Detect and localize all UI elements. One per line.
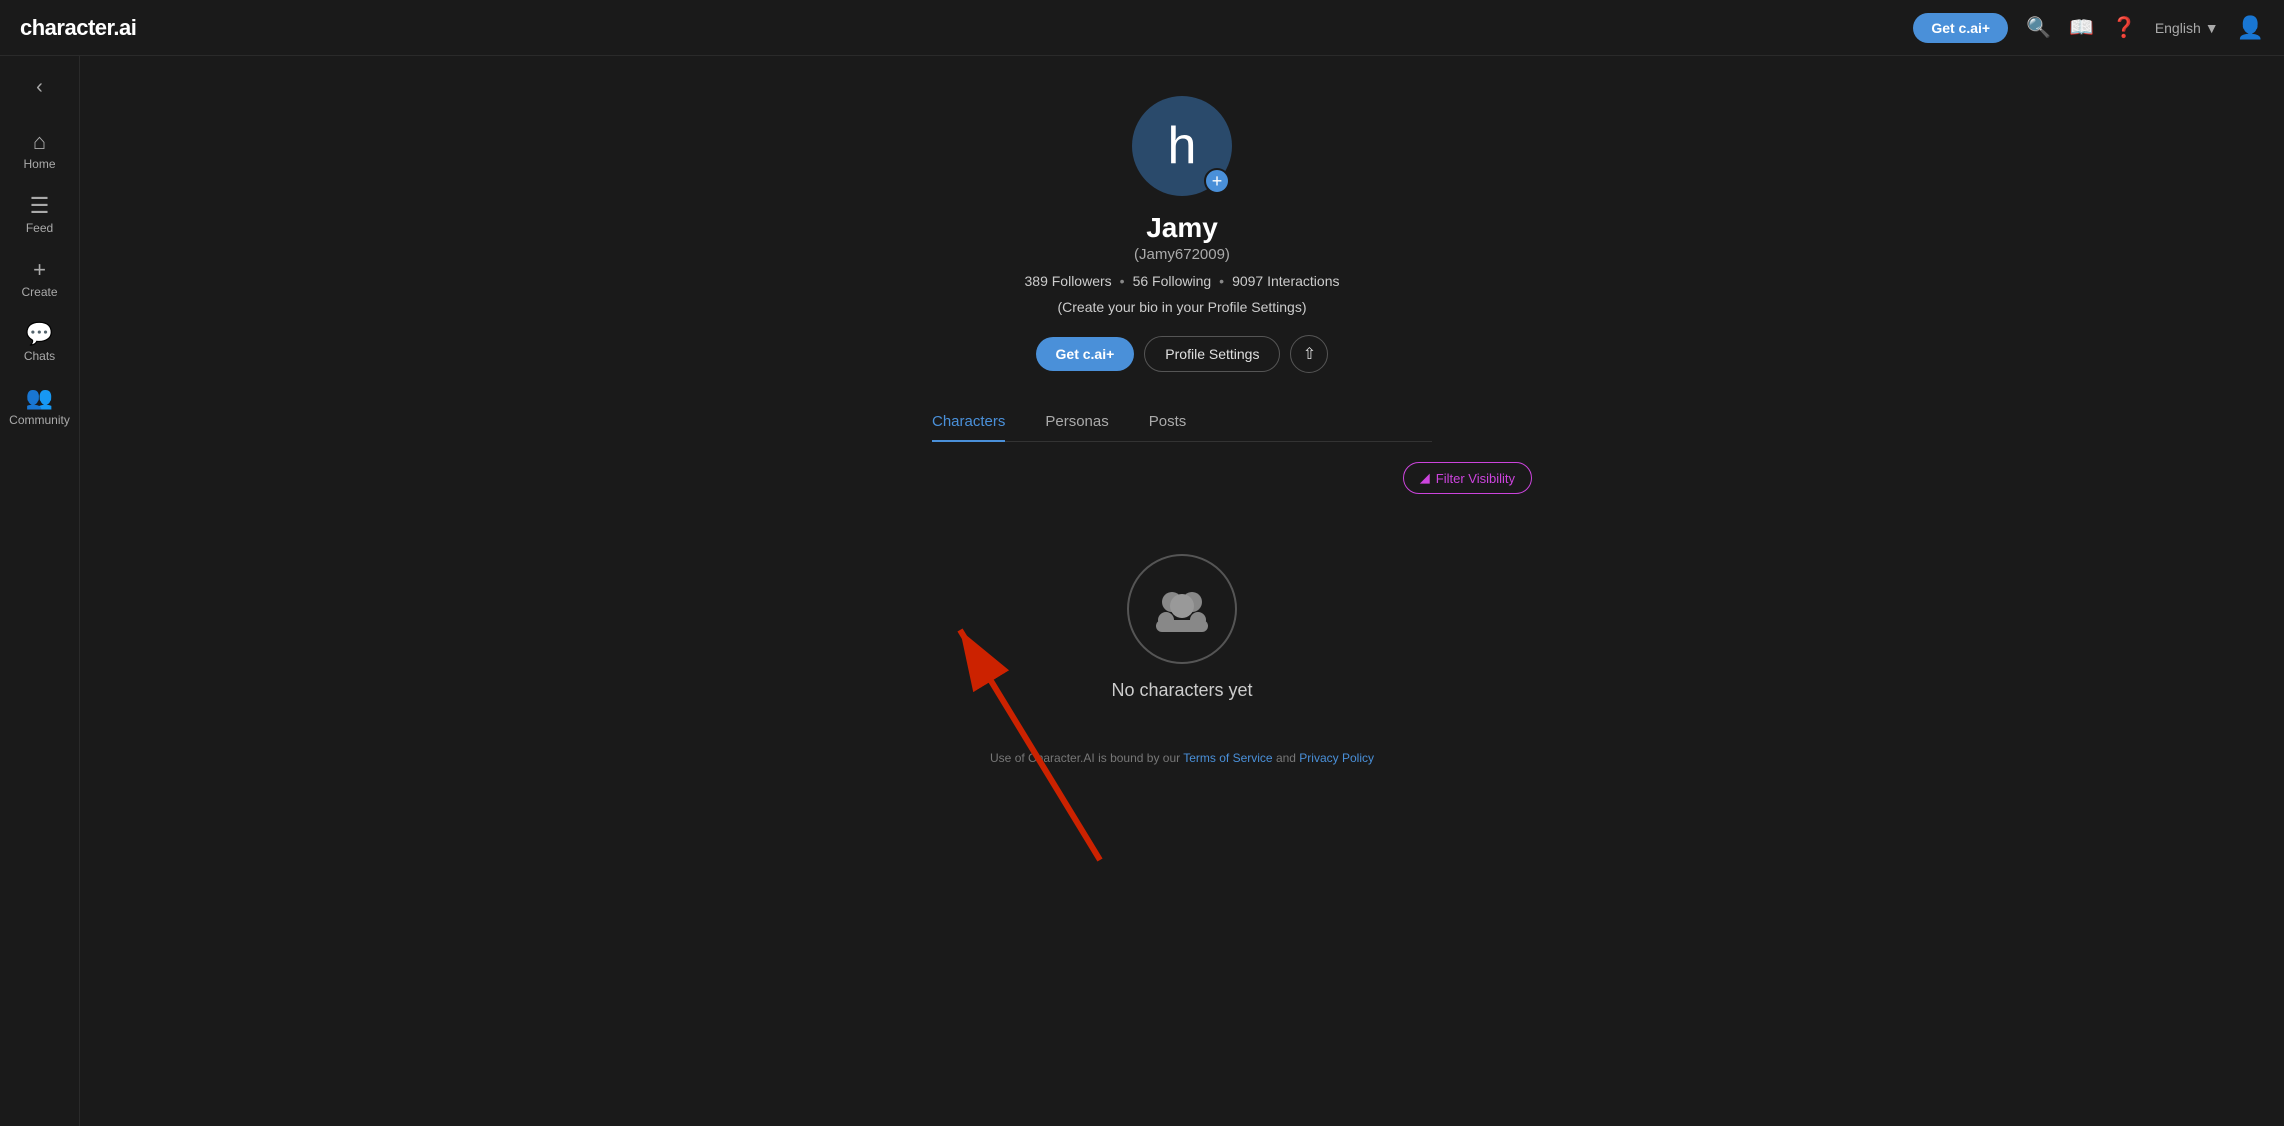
main-content: h + Jamy (Jamy672009) 389 Followers • 56… bbox=[80, 56, 2284, 1126]
footer-before: Use of Character.AI is bound by our bbox=[990, 751, 1183, 765]
share-icon: ⇧ bbox=[1303, 344, 1316, 364]
chevron-down-icon: ▼ bbox=[2205, 20, 2219, 36]
profile-actions: Get c.ai+ Profile Settings ⇧ bbox=[1036, 335, 1329, 373]
user-menu-icon[interactable]: 👤 bbox=[2237, 15, 2264, 41]
profile-section: h + Jamy (Jamy672009) 389 Followers • 56… bbox=[832, 96, 1532, 765]
app-logo: character.ai bbox=[20, 15, 136, 41]
stats-dot-1: • bbox=[1120, 273, 1125, 289]
main-layout: ‹ ⌂ Home ☰ Feed + Create 💬 Chats 👥 Commu… bbox=[0, 56, 2284, 1126]
avatar-container: h + bbox=[1132, 96, 1232, 196]
help-icon[interactable]: ❓ bbox=[2112, 15, 2137, 40]
footer-and: and bbox=[1276, 751, 1299, 765]
sidebar-item-home[interactable]: ⌂ Home bbox=[0, 119, 79, 183]
sidebar-item-label: Feed bbox=[26, 221, 53, 235]
get-cai-button-nav[interactable]: Get c.ai+ bbox=[1913, 13, 2008, 43]
following-stat: 56 Following bbox=[1133, 273, 1212, 289]
profile-username: (Jamy672009) bbox=[1134, 246, 1230, 263]
footer-text: Use of Character.AI is bound by our Term… bbox=[990, 751, 1374, 765]
sidebar-item-label: Community bbox=[9, 413, 70, 427]
profile-display-name: Jamy bbox=[1146, 212, 1218, 244]
interactions-stat: 9097 Interactions bbox=[1232, 273, 1339, 289]
stats-dot-2: • bbox=[1219, 273, 1224, 289]
tab-posts[interactable]: Posts bbox=[1149, 403, 1187, 442]
sidebar: ‹ ⌂ Home ☰ Feed + Create 💬 Chats 👥 Commu… bbox=[0, 56, 80, 1126]
sidebar-item-feed[interactable]: ☰ Feed bbox=[0, 183, 79, 247]
profile-bio-prompt: (Create your bio in your Profile Setting… bbox=[1058, 299, 1307, 315]
profile-settings-button[interactable]: Profile Settings bbox=[1144, 336, 1280, 372]
terms-of-service-link[interactable]: Terms of Service bbox=[1183, 751, 1272, 765]
community-icon: 👥 bbox=[26, 387, 53, 409]
filter-icon: ◢ bbox=[1420, 470, 1430, 486]
no-characters-icon bbox=[1127, 554, 1237, 664]
top-nav-right: Get c.ai+ 🔍 📖 ❓ English ▼ 👤 bbox=[1913, 13, 2264, 43]
no-characters-text: No characters yet bbox=[1111, 680, 1252, 701]
sidebar-item-label: Home bbox=[23, 157, 55, 171]
sidebar-item-create[interactable]: + Create bbox=[0, 247, 79, 311]
profile-tabs: Characters Personas Posts bbox=[932, 403, 1432, 442]
share-button[interactable]: ⇧ bbox=[1290, 335, 1328, 373]
search-icon[interactable]: 🔍 bbox=[2026, 15, 2051, 40]
get-cai-button-profile[interactable]: Get c.ai+ bbox=[1036, 337, 1135, 371]
tab-characters[interactable]: Characters bbox=[932, 403, 1005, 442]
book-icon[interactable]: 📖 bbox=[2069, 15, 2094, 40]
language-selector[interactable]: English ▼ bbox=[2155, 20, 2219, 36]
sidebar-item-chats[interactable]: 💬 Chats bbox=[0, 311, 79, 375]
filter-visibility-button[interactable]: ◢ Filter Visibility bbox=[1403, 462, 1532, 494]
privacy-policy-link[interactable]: Privacy Policy bbox=[1299, 751, 1374, 765]
lang-label: English bbox=[2155, 20, 2201, 36]
sidebar-item-community[interactable]: 👥 Community bbox=[0, 375, 79, 439]
filter-bar: ◢ Filter Visibility bbox=[832, 462, 1532, 494]
home-icon: ⌂ bbox=[33, 131, 46, 153]
no-characters-section: No characters yet bbox=[1111, 524, 1252, 731]
tab-personas[interactable]: Personas bbox=[1045, 403, 1108, 442]
chats-icon: 💬 bbox=[26, 323, 53, 345]
feed-icon: ☰ bbox=[30, 195, 50, 217]
profile-stats: 389 Followers • 56 Following • 9097 Inte… bbox=[1025, 273, 1340, 289]
avatar-edit-button[interactable]: + bbox=[1204, 168, 1230, 194]
top-nav: character.ai Get c.ai+ 🔍 📖 ❓ English ▼ 👤 bbox=[0, 0, 2284, 56]
sidebar-item-label: Chats bbox=[24, 349, 55, 363]
filter-label: Filter Visibility bbox=[1436, 471, 1515, 486]
followers-stat: 389 Followers bbox=[1025, 273, 1112, 289]
sidebar-item-label: Create bbox=[21, 285, 57, 299]
create-icon: + bbox=[33, 259, 46, 281]
sidebar-back-button[interactable]: ‹ bbox=[26, 66, 53, 109]
